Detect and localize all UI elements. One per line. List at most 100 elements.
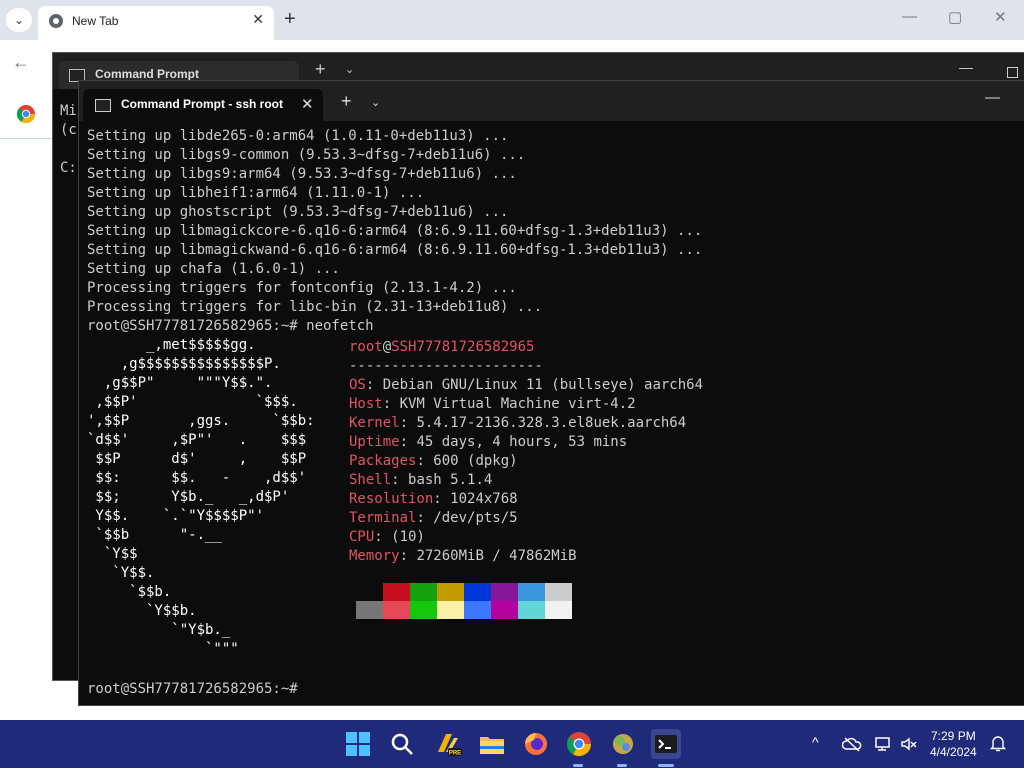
- chrome-logo-icon: [16, 105, 35, 124]
- tab-search-button[interactable]: ⌄: [6, 8, 32, 32]
- log-line: Setting up chafa (1.6.0-1) ...: [87, 261, 340, 277]
- info-value: KVM Virtual Machine virt-4.2: [399, 396, 636, 412]
- color-swatch: [518, 583, 545, 601]
- logo-line: `$$b.: [87, 584, 172, 600]
- color-swatch: [545, 583, 572, 601]
- clock-date: 4/4/2024: [930, 745, 977, 759]
- logo-line: ',$$P ,ggs. `$$b:: [87, 413, 315, 429]
- terminal-icon[interactable]: [650, 728, 682, 760]
- maximize-button[interactable]: ▢: [948, 8, 962, 26]
- log-line: Setting up libde265-0:arm64 (1.0.11-0+de…: [87, 128, 509, 144]
- color-swatch: [437, 583, 464, 601]
- tray-chevron-up-icon[interactable]: ^: [812, 734, 819, 750]
- taskbar-clock[interactable]: 7:29 PM 4/4/2024: [930, 728, 977, 760]
- color-swatch: [491, 601, 518, 619]
- back-minimize-button[interactable]: —: [959, 59, 973, 75]
- info-value: bash 5.1.4: [408, 472, 493, 488]
- logo-line: Y$$. `.`"Y$$$$P"': [87, 508, 265, 524]
- chrome-tab-strip: ⌄ New Tab ✕ + — ▢ ✕: [0, 0, 1024, 40]
- notification-bell-icon[interactable]: [990, 734, 1006, 752]
- file-explorer-icon[interactable]: [476, 728, 508, 760]
- clock-time: 7:29 PM: [931, 729, 976, 743]
- minimize-button[interactable]: —: [902, 8, 917, 25]
- log-line: Setting up libgs9:arm64 (9.53.3~dfsg-7+d…: [87, 166, 517, 182]
- color-swatch: [464, 601, 491, 619]
- user-name: root: [349, 339, 383, 355]
- shell-prompt[interactable]: root@SSH77781726582965:~#: [87, 681, 298, 697]
- info-value: 27260MiB / 47862MiB: [416, 548, 577, 564]
- onedrive-icon[interactable]: [842, 736, 862, 752]
- logo-line: `Y$$b.: [87, 603, 197, 619]
- neofetch-info: root@SSH77781726582965 -----------------…: [349, 338, 703, 566]
- logo-line: _,met$$$$$gg.: [87, 337, 256, 353]
- tab-close-icon[interactable]: ✕: [252, 11, 264, 28]
- volume-muted-icon[interactable]: [900, 736, 918, 752]
- back-chevron-down-icon[interactable]: ⌄: [345, 63, 354, 76]
- info-key: Kernel: [349, 415, 400, 431]
- log-line: Setting up libmagickcore-6.q16-6:arm64 (…: [87, 223, 703, 239]
- color-palette: [356, 583, 572, 619]
- tab-close-icon[interactable]: ✕: [301, 95, 314, 113]
- color-swatch: [383, 583, 410, 601]
- windows-start-icon[interactable]: [342, 728, 374, 760]
- info-row-cpu: CPU: (10): [349, 529, 425, 545]
- logo-line: ,g$$P" """Y$$.".: [87, 375, 273, 391]
- back-tab-title: Command Prompt: [95, 67, 200, 81]
- at-sign: @: [382, 339, 392, 355]
- info-key: Packages: [349, 453, 417, 469]
- chevron-down-icon[interactable]: ⌄: [371, 96, 380, 109]
- info-key: Terminal: [349, 510, 417, 526]
- info-value: 1024x768: [450, 491, 518, 507]
- color-swatch: [410, 601, 437, 619]
- running-indicator: [573, 764, 583, 767]
- info-row-resolution: Resolution: 1024x768: [349, 491, 518, 507]
- active-indicator: [658, 764, 674, 767]
- close-window-button[interactable]: ✕: [994, 8, 1007, 26]
- color-swatch: [356, 601, 383, 619]
- command-prompt-window: Command Prompt - ssh root ✕ + ⌄ — Settin…: [78, 80, 1024, 706]
- color-swatch: [437, 601, 464, 619]
- info-value: 600 (dpkg): [433, 453, 518, 469]
- color-swatch: [356, 583, 383, 601]
- logo-line: ,$$P' `$$$.: [87, 394, 298, 410]
- log-line: Setting up libgs9-common (9.53.3~dfsg-7+…: [87, 147, 526, 163]
- info-row-memory: Memory: 27260MiB / 47862MiB: [349, 548, 577, 564]
- info-key: Resolution: [349, 491, 434, 507]
- info-value: Debian GNU/Linux 11 (bullseye) aarch64: [382, 377, 704, 393]
- log-line: Processing triggers for fontconfig (2.13…: [87, 280, 517, 296]
- back-arrow-icon[interactable]: ←: [12, 52, 30, 73]
- new-tab-button[interactable]: +: [284, 8, 296, 30]
- info-key: Memory: [349, 548, 400, 564]
- window-titlebar: Command Prompt - ssh root ✕ + ⌄ —: [79, 81, 1024, 121]
- info-row-terminal: Terminal: /dev/pts/5: [349, 510, 518, 526]
- back-new-tab-button[interactable]: +: [315, 59, 326, 80]
- info-row-packages: Packages: 600 (dpkg): [349, 453, 518, 469]
- logo-line: `Y$$.: [87, 565, 155, 581]
- logo-line: ,g$$$$$$$$$$$$$$$P.: [87, 356, 281, 372]
- debian-ascii-logo: _,met$$$$$gg. ,g$$$$$$$$$$$$$$$P. ,g$$P"…: [87, 336, 315, 659]
- chrome-tab-favicon-icon: [49, 14, 63, 28]
- palette-row-bright: [356, 601, 572, 619]
- new-tab-button[interactable]: +: [341, 91, 352, 111]
- separator-line: -----------------------: [349, 358, 543, 374]
- tab-new-tab[interactable]: New Tab ✕: [38, 6, 274, 40]
- info-row-shell: Shell: bash 5.1.4: [349, 472, 493, 488]
- search-icon[interactable]: [386, 728, 418, 760]
- info-value: 45 days, 4 hours, 53 mins: [416, 434, 628, 450]
- network-icon[interactable]: [874, 736, 892, 752]
- pre-app-icon[interactable]: PRE: [432, 728, 464, 760]
- divider: [0, 138, 60, 139]
- color-swatch: [518, 601, 545, 619]
- firefox-icon[interactable]: [520, 728, 552, 760]
- logo-line: `""": [87, 641, 239, 657]
- logo-line: `$$b "-.__: [87, 527, 222, 543]
- log-line: Setting up libmagickwand-6.q16-6:arm64 (…: [87, 242, 703, 258]
- minimize-button[interactable]: —: [985, 89, 1000, 106]
- command-line: root@SSH77781726582965:~# neofetch: [87, 318, 374, 334]
- colorful-ball-app-icon[interactable]: [607, 728, 639, 760]
- host-name: SSH77781726582965: [391, 339, 535, 355]
- back-maximize-button[interactable]: [1007, 67, 1018, 78]
- chrome-icon[interactable]: [563, 728, 595, 760]
- terminal-tab[interactable]: Command Prompt - ssh root ✕: [83, 89, 323, 121]
- back-window-text: Mi (c C:: [60, 103, 77, 176]
